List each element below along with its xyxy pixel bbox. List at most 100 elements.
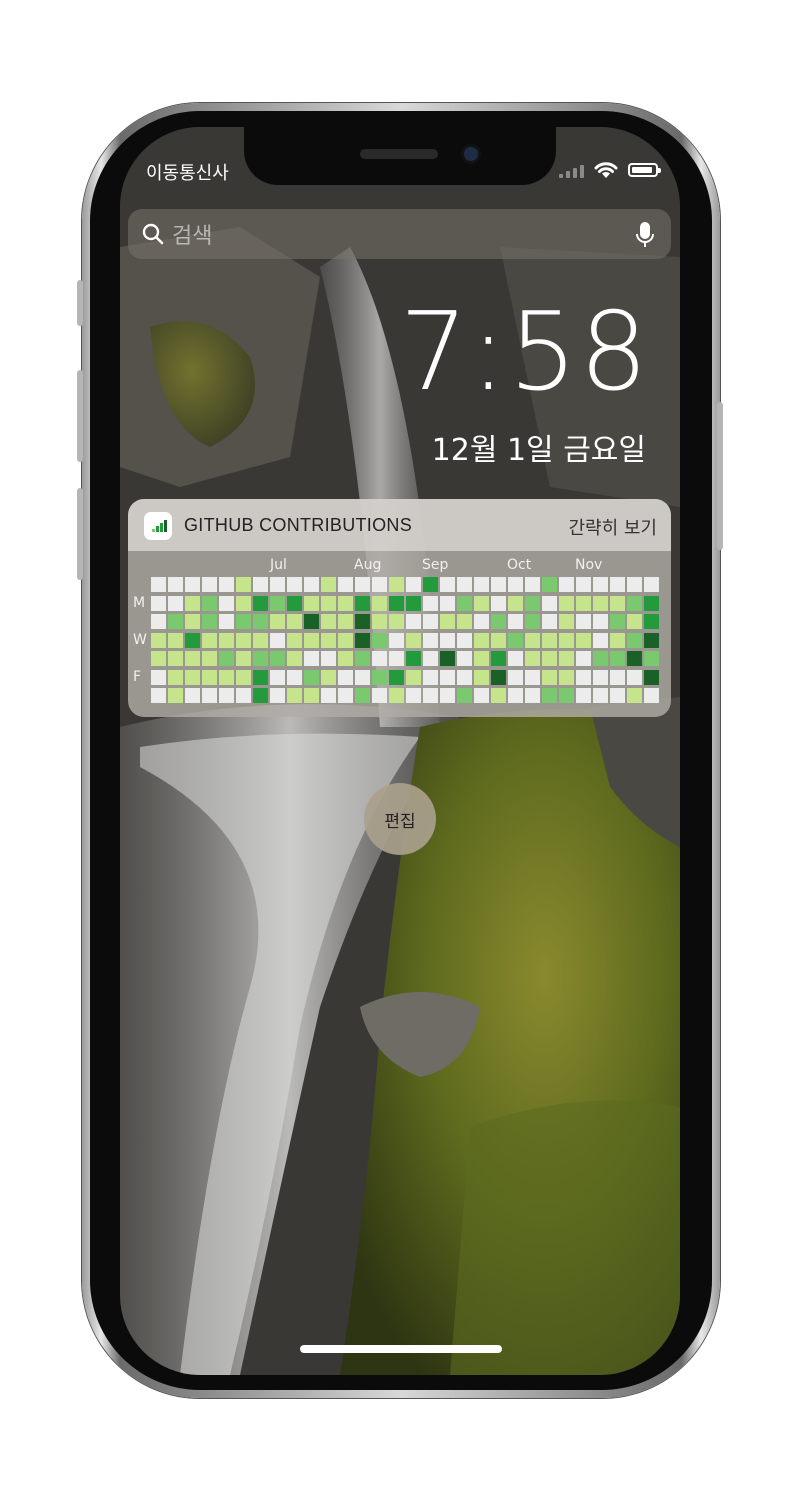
- contribution-cell: [321, 669, 336, 685]
- contribution-cell: [287, 669, 302, 685]
- month-label: Jul: [270, 557, 287, 573]
- home-indicator[interactable]: [300, 1345, 502, 1353]
- contribution-cell: [321, 577, 336, 592]
- contribution-cell: [168, 595, 183, 611]
- contribution-cell: [542, 651, 557, 666]
- contribution-cell: [338, 614, 353, 629]
- contribution-cell: [559, 632, 574, 648]
- contribution-cell: [389, 614, 404, 629]
- contribution-cell: [270, 669, 285, 685]
- contribution-cell: [525, 595, 540, 611]
- contribution-cell: [491, 577, 506, 592]
- contribution-cell: [185, 577, 200, 592]
- contribution-cell: [168, 577, 183, 592]
- contribution-cell: [185, 595, 200, 611]
- contribution-cell: [610, 688, 625, 703]
- contribution-cell: [627, 669, 642, 685]
- contribution-cell: [406, 595, 421, 611]
- contribution-cell: [287, 595, 302, 611]
- contribution-cell: [525, 632, 540, 648]
- contribution-cell: [372, 688, 387, 703]
- contribution-cell: [168, 632, 183, 648]
- contribution-cell: [236, 651, 251, 666]
- contribution-cell: [627, 688, 642, 703]
- contribution-cell: [644, 595, 659, 611]
- contribution-cell: [202, 595, 217, 611]
- contribution-cell: [253, 577, 268, 592]
- contribution-cell: [355, 651, 370, 666]
- contribution-cell: [219, 688, 234, 703]
- contribution-cell: [304, 669, 319, 685]
- contribution-cell: [644, 688, 659, 703]
- month-label: Aug: [354, 557, 382, 573]
- contribution-cell: [525, 651, 540, 666]
- contribution-cell: [423, 688, 438, 703]
- contribution-cell: [559, 651, 574, 666]
- contribution-cell: [457, 595, 472, 611]
- contribution-cell: [372, 595, 387, 611]
- contribution-cell: [389, 688, 404, 703]
- contribution-cell: [508, 577, 523, 592]
- contribution-cell: [457, 688, 472, 703]
- contribution-cell: [185, 688, 200, 703]
- contribution-cell: [304, 595, 319, 611]
- widget-title: GITHUB CONTRIBUTIONS: [184, 515, 413, 535]
- contribution-cell: [338, 688, 353, 703]
- contribution-cell: [508, 651, 523, 666]
- contribution-cell: [542, 669, 557, 685]
- search-icon: [142, 223, 164, 245]
- front-camera: [464, 147, 478, 161]
- contribution-cell: [627, 595, 642, 611]
- contribution-cell: [321, 595, 336, 611]
- contribution-cell: [270, 595, 285, 611]
- contribution-cell: [593, 669, 608, 685]
- contribution-cell: [491, 632, 506, 648]
- contribution-cell: [219, 632, 234, 648]
- contribution-cell: [440, 577, 455, 592]
- contribution-cell: [168, 669, 183, 685]
- contribution-cell: [202, 614, 217, 629]
- contribution-cell: [372, 632, 387, 648]
- contribution-cell: [287, 632, 302, 648]
- search-bar[interactable]: 검색: [128, 209, 671, 259]
- contribution-cell: [253, 688, 268, 703]
- contribution-cell: [151, 577, 166, 592]
- edit-button[interactable]: 편집: [364, 783, 436, 855]
- day-label: F: [133, 669, 142, 685]
- contribution-cell: [236, 669, 251, 685]
- contribution-cell: [236, 688, 251, 703]
- microphone-icon[interactable]: [635, 221, 655, 249]
- contribution-cell: [474, 614, 489, 629]
- contribution-cell: [440, 595, 455, 611]
- contribution-cell: [474, 669, 489, 685]
- github-contributions-app-icon: [144, 512, 172, 540]
- contribution-cell: [338, 632, 353, 648]
- contribution-cell: [644, 669, 659, 685]
- contribution-cell: [576, 577, 591, 592]
- contribution-cell: [355, 632, 370, 648]
- contribution-cell: [474, 651, 489, 666]
- show-less-button[interactable]: 간략히 보기: [568, 514, 657, 540]
- contribution-cell: [508, 614, 523, 629]
- contribution-cell: [219, 614, 234, 629]
- contribution-cell: [270, 688, 285, 703]
- contribution-cell: [236, 577, 251, 592]
- notch: [244, 127, 556, 185]
- contribution-cell: [202, 632, 217, 648]
- contribution-cell: [559, 577, 574, 592]
- contribution-cell: [389, 595, 404, 611]
- contribution-cell: [321, 651, 336, 666]
- wifi-icon: [594, 162, 618, 178]
- contribution-cell: [542, 688, 557, 703]
- contribution-cell: [355, 688, 370, 703]
- contribution-cell: [389, 632, 404, 648]
- contribution-cell: [168, 651, 183, 666]
- contribution-cell: [593, 651, 608, 666]
- contribution-cell: [151, 688, 166, 703]
- contribution-cell: [219, 595, 234, 611]
- contribution-cell: [253, 651, 268, 666]
- clock-time: 7:58: [399, 290, 650, 415]
- contribution-cell: [287, 651, 302, 666]
- contribution-cell: [491, 669, 506, 685]
- contribution-cell: [338, 577, 353, 592]
